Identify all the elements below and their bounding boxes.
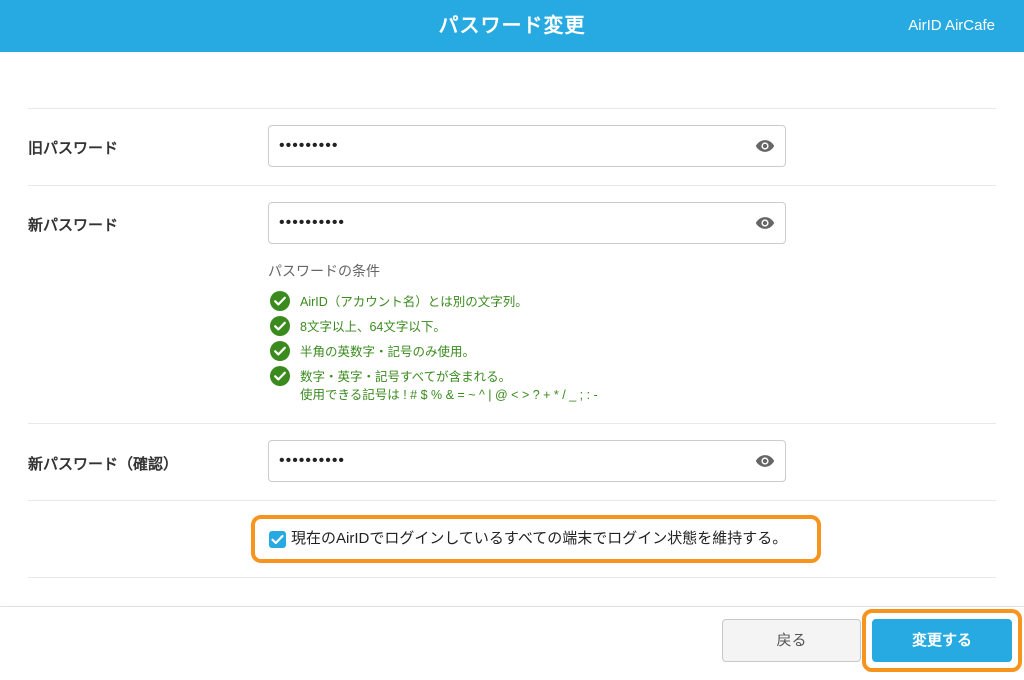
back-button[interactable]: 戻る <box>722 619 861 662</box>
confirm-password-input[interactable]: •••••••••• <box>268 440 786 482</box>
keep-login-label[interactable]: 現在のAirIDでログインしているすべての端末でログイン状態を維持する。 <box>291 519 787 559</box>
check-circle-icon <box>270 366 290 386</box>
brand-name: AirID AirCafe <box>908 17 995 34</box>
eye-icon[interactable] <box>755 215 775 231</box>
change-button[interactable]: 変更する <box>872 619 1012 662</box>
new-password-input[interactable]: •••••••••• <box>268 202 786 244</box>
divider <box>28 423 996 424</box>
footer-divider <box>0 606 1024 607</box>
allowed-symbols-text: 使用できる記号は ! # $ % & = ~ ^ | @ < > ? + * /… <box>300 388 598 402</box>
divider <box>28 108 996 109</box>
divider <box>28 577 996 578</box>
condition-text: AirID（アカウント名）とは別の文字列。 <box>300 295 528 309</box>
old-password-value: ••••••••• <box>279 137 339 154</box>
new-password-value: •••••••••• <box>279 214 346 231</box>
condition-text: 数字・英字・記号すべてが含まれる。 <box>300 370 512 384</box>
confirm-password-label: 新パスワード（確認） <box>28 456 179 473</box>
divider <box>28 500 996 501</box>
eye-icon[interactable] <box>755 138 775 154</box>
keep-login-checkbox[interactable] <box>269 531 286 548</box>
app-header: パスワード変更 AirID AirCafe <box>0 0 1024 52</box>
keep-login-option[interactable]: 現在のAirIDでログインしているすべての端末でログイン状態を維持する。 <box>251 515 821 563</box>
confirm-password-value: •••••••••• <box>279 452 346 469</box>
check-circle-icon <box>270 316 290 336</box>
divider <box>28 185 996 186</box>
page-title: パスワード変更 <box>438 15 586 37</box>
condition-text: 半角の英数字・記号のみ使用。 <box>300 345 476 359</box>
new-password-label: 新パスワード <box>28 217 119 234</box>
checkmark-icon <box>271 534 284 545</box>
condition-text: 8文字以上、64文字以下。 <box>300 320 446 334</box>
submit-highlight: 変更する <box>862 609 1022 672</box>
check-circle-icon <box>270 341 290 361</box>
old-password-input[interactable]: ••••••••• <box>268 125 786 167</box>
password-conditions-title: パスワードの条件 <box>268 263 380 279</box>
eye-icon[interactable] <box>755 453 775 469</box>
old-password-label: 旧パスワード <box>28 140 119 157</box>
check-circle-icon <box>270 291 290 311</box>
